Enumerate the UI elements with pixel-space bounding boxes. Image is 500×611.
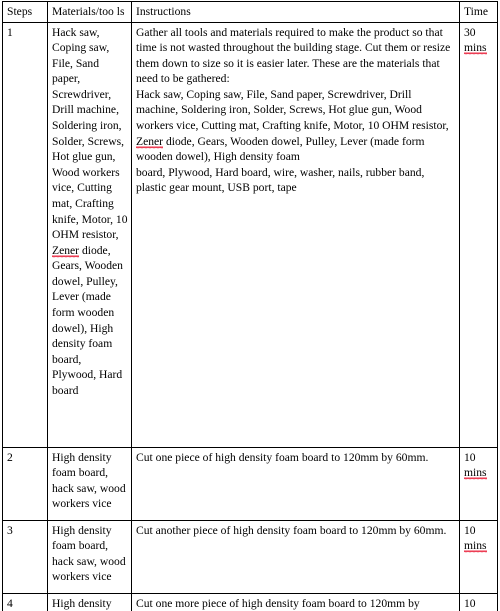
instructions-paragraph-1: Gather all tools and materials required …	[136, 25, 451, 86]
cell-instructions: Cut another piece of high density foam b…	[131, 519, 460, 594]
spellcheck-word-mins: mins	[464, 539, 487, 554]
instructions-text-part2: diode, Gears, Wooden dowel, Pulley, Leve…	[136, 134, 425, 164]
materials-text-part1: Hack saw, Coping saw, File, Sand paper, …	[52, 25, 128, 242]
time-value: 10	[464, 450, 476, 464]
materials-text-part2: diode, Gears, Wooden dowel, Pulley, Leve…	[52, 243, 123, 397]
column-header-materials: Materials/too ls	[47, 1, 132, 23]
cell-materials: High density foam board, hack saw, wood …	[47, 519, 132, 594]
instructions-paragraph-3: board, Plywood, Hard board, wire, washer…	[136, 165, 425, 195]
cell-instructions: Gather all tools and materials required …	[131, 21, 460, 448]
column-header-instructions: Instructions	[131, 1, 460, 23]
document-page: Steps Materials/too ls Instructions Time…	[0, 0, 500, 611]
table-row: 2 High density foam board, hack saw, woo…	[2, 446, 498, 521]
column-header-time: Time	[459, 1, 498, 23]
spellcheck-word-zener: Zener	[52, 243, 80, 258]
cell-time: 30 mins	[459, 21, 498, 448]
cell-step-number: 3	[2, 519, 48, 594]
time-value: 10	[464, 523, 476, 537]
steps-table: Steps Materials/too ls Instructions Time…	[2, 1, 498, 611]
table-row: 1 Hack saw, Coping saw, File, Sand paper…	[2, 21, 498, 448]
instructions-paragraph-2: Hack saw, Coping saw, File, Sand paper, …	[136, 87, 456, 165]
time-value: 30	[464, 25, 476, 39]
cell-step-number: 2	[2, 446, 48, 521]
cell-instructions: Cut one piece of high density foam board…	[131, 446, 460, 521]
cell-time: 10	[459, 592, 498, 611]
cell-materials: High density foam board, hack saw, wood …	[47, 446, 132, 521]
spellcheck-word-mins: mins	[464, 41, 487, 56]
instructions-text-part1: Hack saw, Coping saw, File, Sand paper, …	[136, 87, 449, 133]
cell-step-number: 4	[2, 592, 48, 611]
table-header-row: Steps Materials/too ls Instructions Time	[2, 1, 498, 23]
cell-materials: High density	[47, 592, 132, 611]
cell-materials: Hack saw, Coping saw, File, Sand paper, …	[47, 21, 132, 448]
cell-instructions: Cut one more piece of high density foam …	[131, 592, 460, 611]
spellcheck-word-zener: Zener	[136, 134, 164, 149]
column-header-steps: Steps	[2, 1, 48, 23]
table-row: 3 High density foam board, hack saw, woo…	[2, 519, 498, 594]
cell-time: 10 mins	[459, 446, 498, 521]
spellcheck-word-mins: mins	[464, 466, 487, 481]
time-value: 10	[464, 596, 476, 610]
table-row: 4 High density Cut one more piece of hig…	[2, 592, 498, 611]
cell-time: 10 mins	[459, 519, 498, 594]
cell-step-number: 1	[2, 21, 48, 448]
